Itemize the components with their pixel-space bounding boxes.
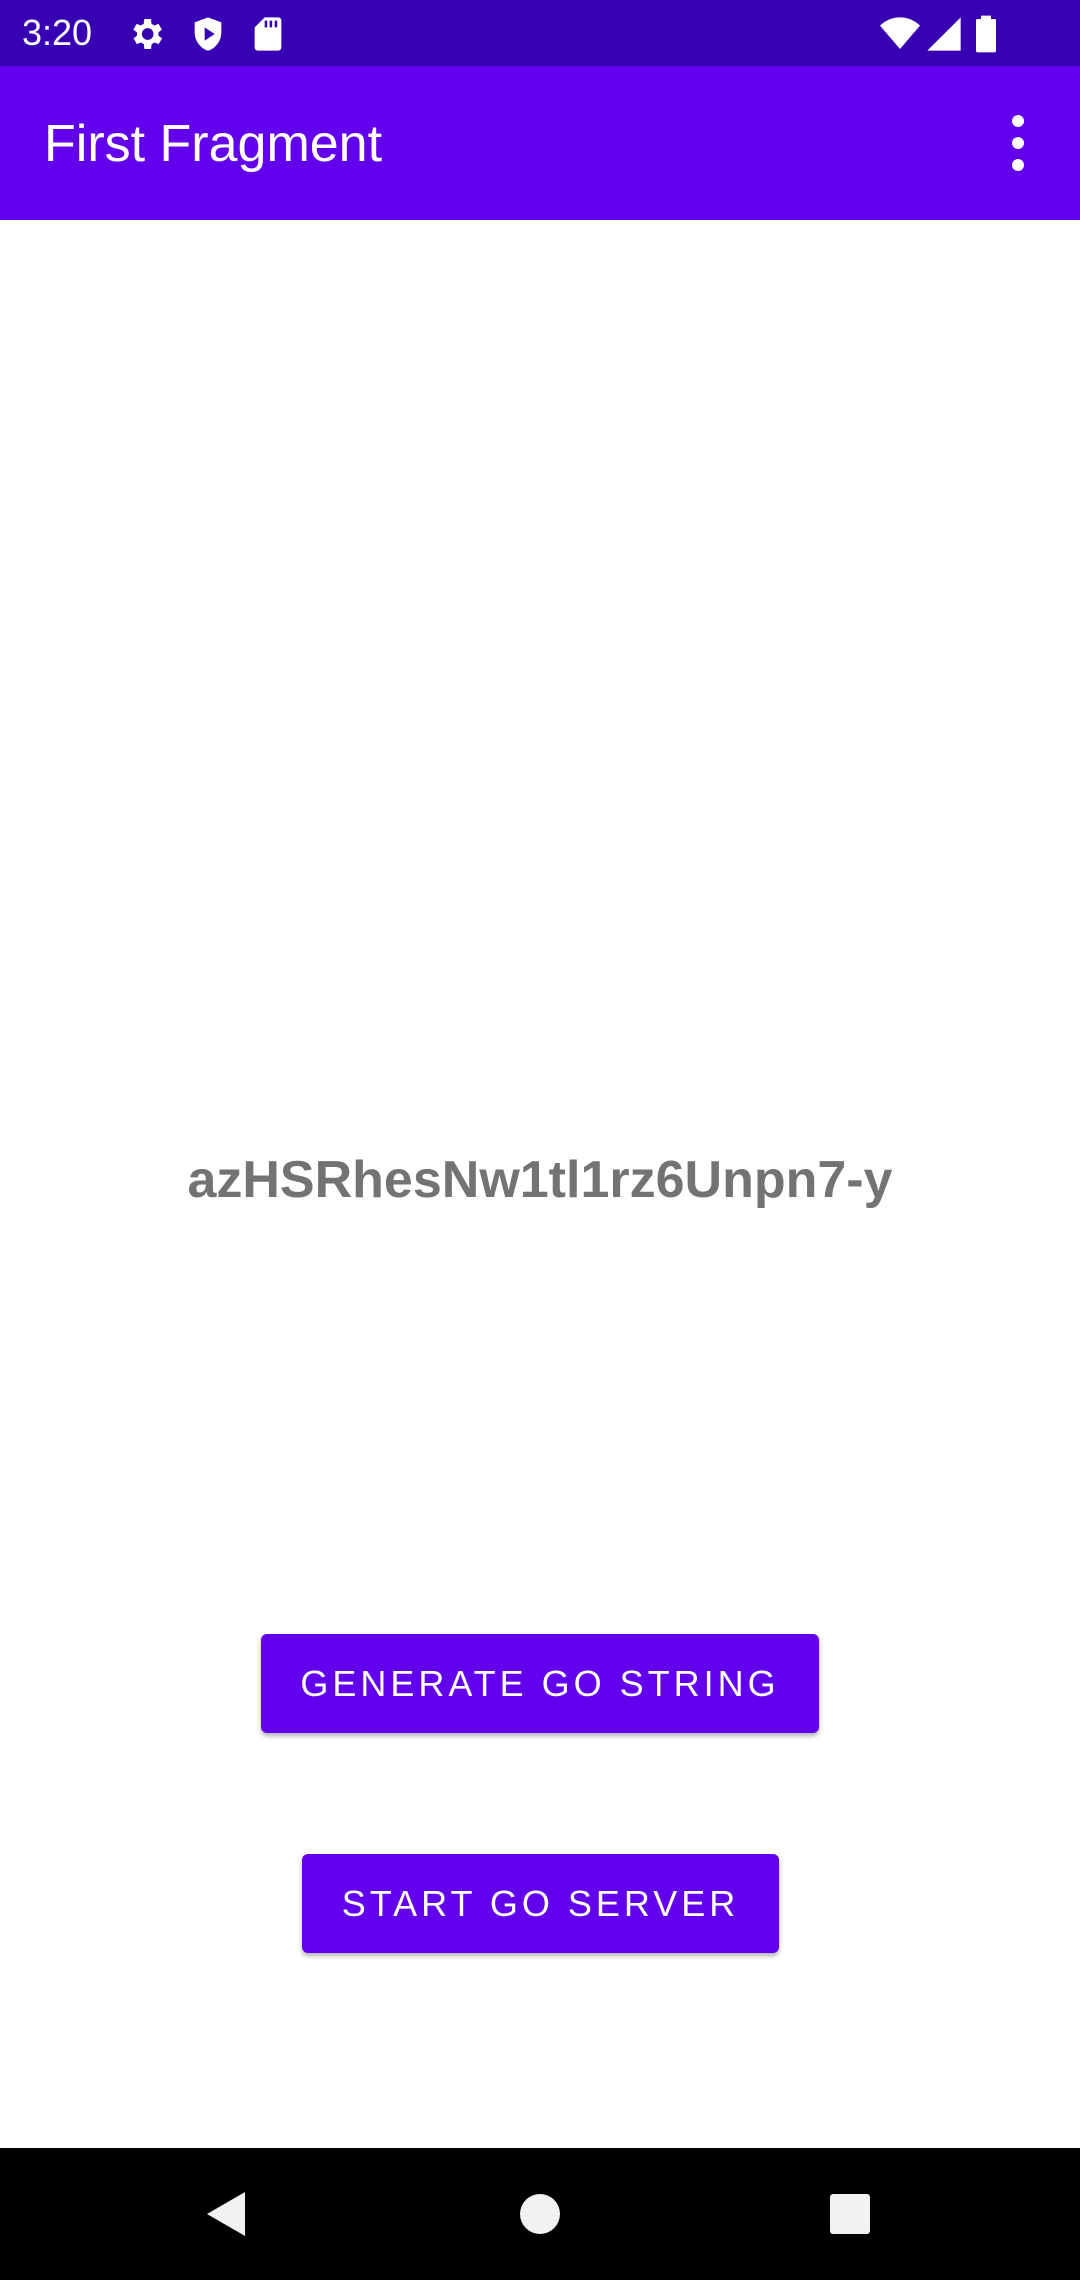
page-title: First Fragment	[44, 115, 383, 173]
cell-signal-icon	[924, 14, 964, 54]
shield-play-icon	[188, 14, 228, 54]
generate-go-string-button[interactable]: GENERATE GO STRING	[261, 1634, 819, 1733]
wifi-icon	[880, 14, 920, 54]
back-icon[interactable]	[183, 2172, 267, 2256]
battery-icon	[972, 14, 1000, 54]
generated-string-text: azHSRhesNw1tl1rz6Unpn7-y	[187, 1151, 893, 1209]
gear-icon	[126, 14, 166, 54]
sd-card-icon	[248, 14, 288, 54]
status-time: 3:20	[22, 12, 93, 53]
recents-icon[interactable]	[808, 2172, 892, 2256]
fragment-content: azHSRhesNw1tl1rz6Unpn7-y GENERATE GO STR…	[0, 220, 1080, 2148]
more-vert-icon[interactable]	[990, 111, 1046, 175]
app-bar: First Fragment	[0, 66, 1080, 220]
start-go-server-button[interactable]: START GO SERVER	[302, 1854, 779, 1953]
navigation-bar	[0, 2148, 1080, 2280]
status-bar: 3:20	[0, 0, 1080, 66]
home-icon[interactable]	[498, 2172, 582, 2256]
